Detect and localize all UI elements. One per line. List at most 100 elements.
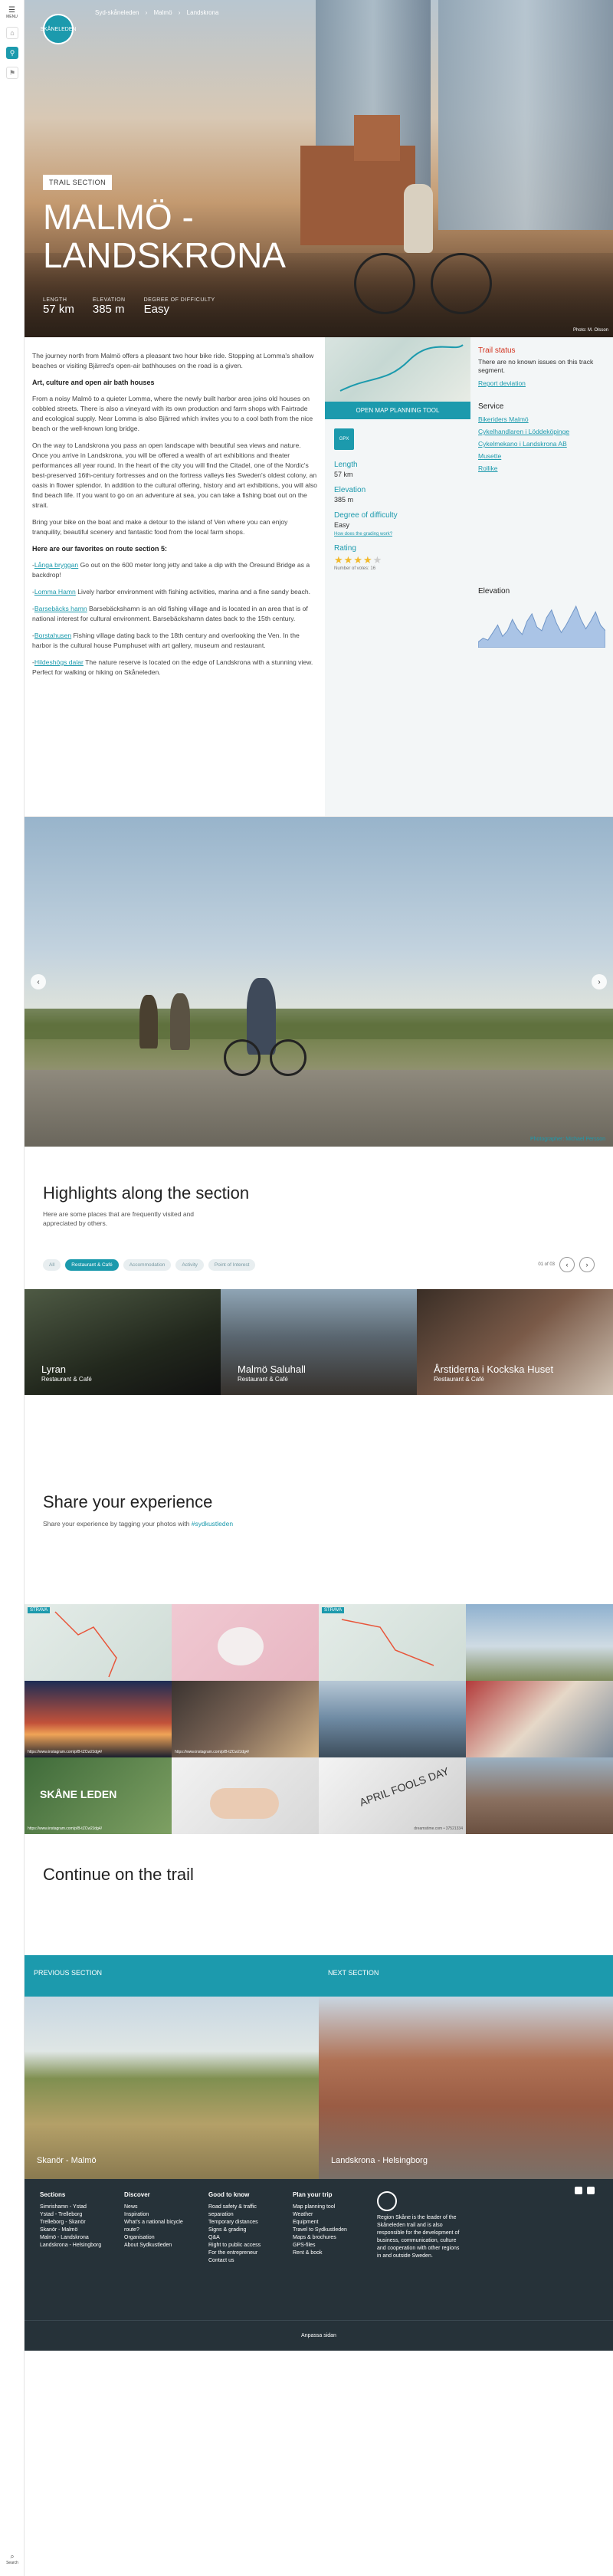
gpx-download-button[interactable]: GPX <box>334 428 354 450</box>
service-link[interactable]: Rollike <box>478 464 605 472</box>
footer-link[interactable]: Maps & brochures <box>293 2234 362 2242</box>
social-tile[interactable] <box>466 1604 613 1681</box>
footer-link[interactable]: About Sydkustleden <box>124 2242 193 2249</box>
favorite-link[interactable]: Borstahusen <box>34 632 71 639</box>
footer-link[interactable]: For the entrepreneur <box>208 2249 277 2257</box>
filter-chip[interactable]: Point of Interest <box>208 1258 256 1271</box>
social-tile[interactable]: SKÅNE LEDEN https://www.instagram.com/p/B… <box>25 1757 172 1834</box>
main-content: SKÅNELEDEN Syd-skåneleden › Malmö › Land… <box>25 0 613 2351</box>
bike-icon[interactable]: ⚲ <box>6 47 18 59</box>
service-link[interactable]: Cykelmekano i Landskrona AB <box>478 440 605 448</box>
filter-chip[interactable]: All <box>43 1258 61 1271</box>
highlight-cards: Lyran Restaurant & Café Malmö Saluhall R… <box>25 1289 613 1395</box>
social-tile[interactable]: https://www.instagram.com/p/B-tZCw2Jdg4/ <box>25 1681 172 1757</box>
star-icon[interactable]: ★ <box>363 554 373 566</box>
footer-column: Sections Simrishamn - Ystad Ystad - Trel… <box>40 2191 109 2320</box>
pager-next-button[interactable]: › <box>579 1257 595 1272</box>
social-tile[interactable]: https://www.instagram.com/p/B-tZCw2Jdg4/ <box>172 1681 319 1757</box>
star-icon[interactable]: ★ <box>373 554 383 566</box>
slider-next-button[interactable]: › <box>592 974 607 989</box>
search-icon: ⌕ <box>10 2552 15 2560</box>
facebook-icon[interactable] <box>575 2187 582 2194</box>
footer-link[interactable]: Temporary distances <box>208 2219 277 2227</box>
previous-section-card[interactable]: PREVIOUS SECTION Skanör - Malmö <box>25 1955 319 2179</box>
filter-chip[interactable]: Accommodation <box>123 1258 172 1271</box>
article: The journey north from Malmö offers a pl… <box>25 337 325 816</box>
report-deviation-link[interactable]: Report deviation <box>478 379 605 387</box>
social-tile[interactable] <box>172 1757 319 1834</box>
customize-page-link[interactable]: Anpassa sidan <box>301 2333 336 2338</box>
star-icon[interactable]: ★ <box>353 554 363 566</box>
footer-link[interactable]: Travel to Sydkustleden <box>293 2227 362 2234</box>
social-tile[interactable]: STRAVA <box>25 1604 172 1681</box>
footer-link[interactable]: Trelleborg - Skanör <box>40 2219 109 2227</box>
service-link[interactable]: Musette <box>478 452 605 460</box>
footer-link[interactable]: Landskrona - Helsingborg <box>40 2242 109 2249</box>
social-tile[interactable]: APRIL FOOLS DAY dreamstime.com • 37521334 <box>319 1757 466 1834</box>
footer-link[interactable]: Rent & book <box>293 2249 362 2257</box>
footer-link[interactable]: GPS-files <box>293 2242 362 2249</box>
footer-link[interactable]: Right to public access <box>208 2242 277 2249</box>
social-tile[interactable] <box>466 1757 613 1834</box>
footer-link[interactable]: Road safety & traffic separation <box>208 2204 277 2219</box>
pager-prev-button[interactable]: ‹ <box>559 1257 575 1272</box>
social-tile[interactable] <box>319 1681 466 1757</box>
rider <box>170 993 190 1050</box>
image-slider: ‹ › Photographer: Michael Persson <box>25 817 613 1147</box>
rating-stars[interactable]: ★★★★★ <box>334 554 461 566</box>
filter-chip[interactable]: Restaurant & Café <box>65 1258 119 1271</box>
instagram-icon[interactable] <box>587 2187 595 2194</box>
star-icon[interactable]: ★ <box>344 554 354 566</box>
breadcrumb-item[interactable]: Syd-skåneleden <box>95 9 139 16</box>
star-icon[interactable]: ★ <box>334 554 344 566</box>
favorite-link[interactable]: Barsebäcks hamn <box>34 605 87 612</box>
site-logo[interactable]: SKÅNELEDEN <box>40 14 77 44</box>
favorite-link[interactable]: Lomma Hamn <box>34 588 76 596</box>
breadcrumb-item[interactable]: Malmö <box>154 9 172 16</box>
share-section: Share your experience Share your experie… <box>25 1426 613 1604</box>
social-tile[interactable] <box>466 1681 613 1757</box>
social-tile[interactable] <box>172 1604 319 1681</box>
footer-link[interactable]: What's a national bicycle route? <box>124 2219 193 2234</box>
menu-button[interactable]: ☰ MENU <box>0 6 24 19</box>
footer-link[interactable]: Skanör - Malmö <box>40 2227 109 2234</box>
search-button[interactable]: ⌕ Search <box>0 2552 25 2565</box>
favorite-link[interactable]: Långa bryggan <box>34 561 78 569</box>
highlight-card[interactable]: Malmö Saluhall Restaurant & Café <box>221 1289 417 1395</box>
footer-link[interactable]: Map planning tool <box>293 2204 362 2211</box>
favorite-item: -Långa bryggan Go out on the 600 meter l… <box>32 561 310 579</box>
previous-section-name: Skanör - Malmö <box>37 2156 97 2165</box>
footer-link[interactable]: Weather <box>293 2211 362 2219</box>
filter-chip[interactable]: Activity <box>175 1258 204 1271</box>
social-tile[interactable]: STRAVA <box>319 1604 466 1681</box>
service-link[interactable]: Bikeriders Malmö <box>478 415 605 423</box>
walk-icon[interactable]: ⚑ <box>6 67 18 79</box>
map-thumbnail[interactable] <box>325 337 470 402</box>
favorite-link[interactable]: Hildeshögs dalar <box>34 658 84 666</box>
service-title: Service <box>478 402 504 411</box>
footer-link[interactable]: Simrishamn - Ystad <box>40 2204 109 2211</box>
hashtag-link[interactable]: #sydkustleden <box>192 1520 233 1528</box>
footer-link[interactable]: Q&A <box>208 2234 277 2242</box>
footer-link[interactable]: Signs & grading <box>208 2227 277 2234</box>
bottom-bar: Anpassa sidan <box>25 2320 613 2351</box>
footer-link[interactable]: Ystad - Trelleborg <box>40 2211 109 2219</box>
footer-link[interactable]: Organisation <box>124 2234 193 2242</box>
grading-link[interactable]: How does the grading work? <box>334 532 461 537</box>
home-icon[interactable]: ⌂ <box>6 27 18 39</box>
footer-link[interactable]: Inspiration <box>124 2211 193 2219</box>
footer-link[interactable]: News <box>124 2204 193 2211</box>
pager-count: 01 of 03 <box>538 1262 555 1267</box>
highlights-subtitle: Here are some places that are frequently… <box>43 1210 195 1227</box>
highlight-card[interactable]: Lyran Restaurant & Café <box>25 1289 221 1395</box>
footer-link[interactable]: Equipment <box>293 2219 362 2227</box>
next-section-card[interactable]: NEXT SECTION Landskrona - Helsingborg <box>319 1955 613 2179</box>
highlight-card[interactable]: Årstiderna i Kockska Huset Restaurant & … <box>417 1289 613 1395</box>
service-link[interactable]: Cykelhandlaren i Löddeköpinge <box>478 428 605 435</box>
footer-link[interactable]: Malmö - Landskrona <box>40 2234 109 2242</box>
region-skane-logo[interactable] <box>377 2191 397 2211</box>
slider-prev-button[interactable]: ‹ <box>31 974 46 989</box>
tile-url: https://www.instagram.com/p/B-tZCw2Jdg4/ <box>28 1750 102 1754</box>
open-map-button[interactable]: OPEN MAP PLANNING TOOL <box>325 402 470 419</box>
footer-link[interactable]: Contact us <box>208 2257 277 2265</box>
